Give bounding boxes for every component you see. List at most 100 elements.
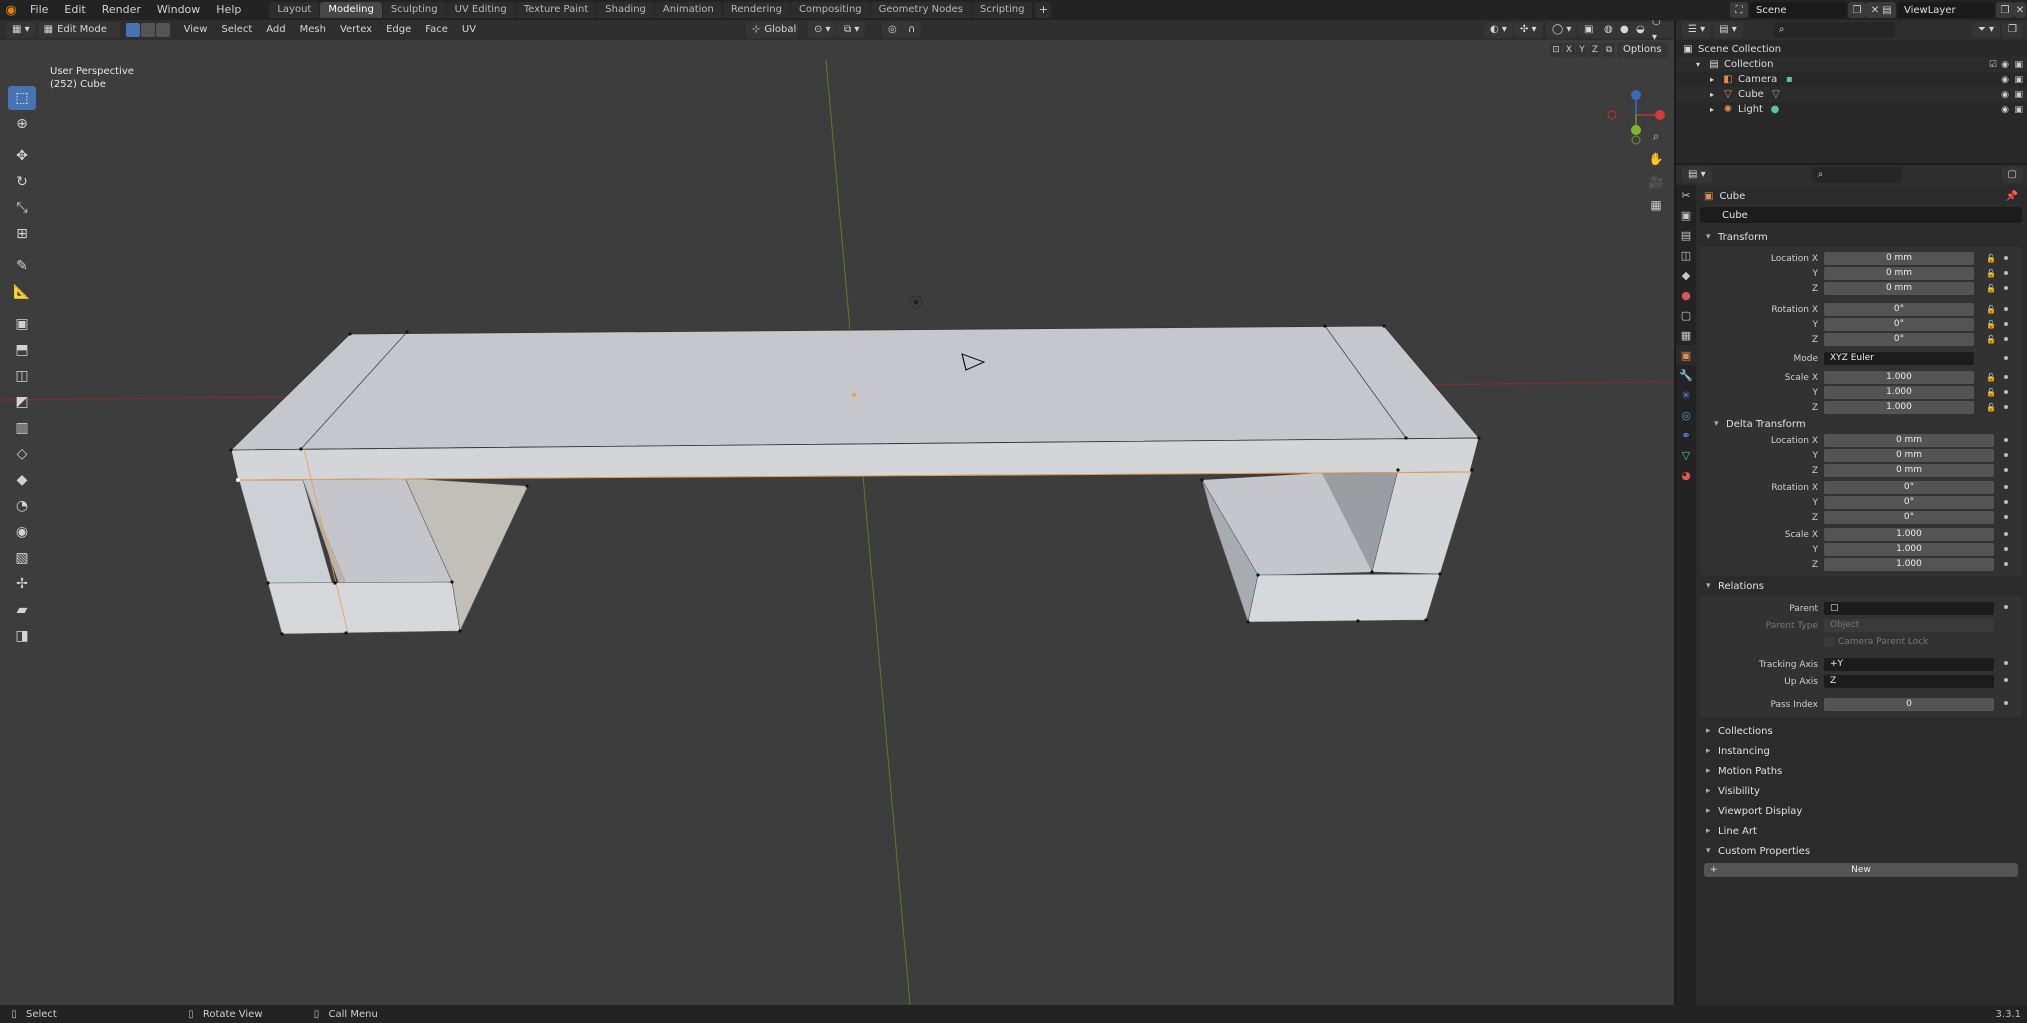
new-collection-icon[interactable]: ❐ <box>2002 22 2023 38</box>
instancing-panel-header[interactable]: ▸ Instancing <box>1700 741 2022 761</box>
pan-hand-icon[interactable]: ✋ <box>1646 149 1666 169</box>
view-layer-icon[interactable]: ▤ <box>1878 2 1896 18</box>
keyframe-dot-icon[interactable] <box>2004 468 2008 472</box>
keyframe-dot-icon[interactable] <box>2004 532 2008 536</box>
delete-view-layer-icon[interactable]: ✕ <box>2014 2 2026 18</box>
camera-render-icon[interactable]: ▣ <box>2014 90 2023 100</box>
pass-index-field[interactable]: 0 <box>1824 698 1994 711</box>
shear-tool-icon[interactable]: ▰ <box>8 598 36 622</box>
eye-icon[interactable]: ◉ <box>2001 90 2009 100</box>
options-icon[interactable]: ▢ <box>2001 167 2023 183</box>
eye-icon[interactable]: ◉ <box>2001 60 2009 70</box>
menu-vertex[interactable]: Vertex <box>333 20 379 40</box>
custom-properties-panel-header[interactable]: ▾ Custom Properties <box>1700 841 2022 861</box>
lock-icon[interactable]: 🔓 <box>1986 335 1996 344</box>
delta-location-z-field[interactable]: 0 mm <box>1824 464 1994 477</box>
delta-scale-x-field[interactable]: 1.000 <box>1824 528 1994 541</box>
filter-icon[interactable]: ⏷ ▾ <box>1971 22 2001 38</box>
render-tab-icon[interactable]: ▣ <box>1676 205 1696 225</box>
eye-icon[interactable]: ◉ <box>2001 105 2009 115</box>
keyframe-dot-icon[interactable] <box>2004 661 2008 665</box>
keyframe-dot-icon[interactable] <box>2004 322 2008 326</box>
pin-icon[interactable]: 📌 <box>2006 191 2018 202</box>
menu-mesh[interactable]: Mesh <box>293 20 333 40</box>
collections-panel-header[interactable]: ▸ Collections <box>1700 721 2022 741</box>
annotate-tool-icon[interactable]: ✎ <box>8 254 36 278</box>
display-mode-icon[interactable]: ▤ ▾ <box>1713 22 1743 38</box>
mirror-x-toggle[interactable]: X <box>1563 43 1575 57</box>
mirror-z-toggle[interactable]: Z <box>1589 43 1601 57</box>
extrude-tool-icon[interactable]: ⬒ <box>8 338 36 362</box>
add-workspace-button[interactable]: + <box>1035 2 1052 18</box>
keyframe-dot-icon[interactable] <box>2004 438 2008 442</box>
camera-render-icon[interactable]: ▣ <box>2014 75 2023 85</box>
outliner-item-light[interactable]: ▸ ✺ Light ● ◉ ▣ <box>1676 102 2027 117</box>
material-tab-icon[interactable]: ◕ <box>1676 465 1696 485</box>
options-dropdown[interactable]: Options <box>1617 42 1668 58</box>
menu-view[interactable]: View <box>177 20 215 40</box>
delta-rotation-y-field[interactable]: 0° <box>1824 496 1994 509</box>
select-box-tool-icon[interactable]: ⬚ <box>8 86 36 110</box>
face-select-icon[interactable] <box>155 23 170 37</box>
keyframe-dot-icon[interactable] <box>2004 307 2008 311</box>
location-z-field[interactable]: 0 mm <box>1824 282 1974 295</box>
menu-window[interactable]: Window <box>149 0 208 20</box>
light-data-icon[interactable]: ● <box>1769 104 1781 116</box>
visibility-panel-header[interactable]: ▸ Visibility <box>1700 781 2022 801</box>
keyframe-dot-icon[interactable] <box>2004 562 2008 566</box>
visibility-icon[interactable]: ◐ ▾ <box>1484 22 1513 38</box>
outliner-search-input[interactable]: ⌕ <box>1772 22 1895 38</box>
up-axis-dropdown[interactable]: Z <box>1824 675 1994 688</box>
view-layer-tab-icon[interactable]: ◫ <box>1676 245 1696 265</box>
auto-merge-icon[interactable]: ⧉ <box>1603 43 1615 57</box>
view-layer-selector[interactable]: ViewLayer <box>1898 2 1994 18</box>
delta-scale-z-field[interactable]: 1.000 <box>1824 558 1994 571</box>
tab-sculpting[interactable]: Sculpting <box>382 2 446 18</box>
delta-transform-header[interactable]: ▾ Delta Transform <box>1700 415 2022 433</box>
expand-arrow-icon[interactable]: ▸ <box>1706 74 1718 86</box>
outliner-editor-icon[interactable]: ☰ ▾ <box>1682 22 1712 38</box>
menu-help[interactable]: Help <box>208 0 249 20</box>
transform-panel-header[interactable]: ▾ Transform <box>1700 227 2022 247</box>
location-y-field[interactable]: 0 mm <box>1824 267 1974 280</box>
rotation-mode-dropdown[interactable]: XYZ Euler <box>1824 352 1974 365</box>
world-tab-icon[interactable]: ● <box>1676 285 1696 305</box>
scale-tool-icon[interactable]: ⤡ <box>8 196 36 220</box>
keyframe-dot-icon[interactable] <box>2004 453 2008 457</box>
lock-icon[interactable]: 🔓 <box>1986 373 1996 382</box>
object-name-field[interactable]: Cube <box>1700 207 2022 223</box>
delta-location-x-field[interactable]: 0 mm <box>1824 434 1994 447</box>
tab-uv-editing[interactable]: UV Editing <box>446 2 515 18</box>
eye-icon[interactable]: ◉ <box>2001 75 2009 85</box>
lock-icon[interactable]: 🔓 <box>1986 305 1996 314</box>
keyframe-dot-icon[interactable] <box>2004 390 2008 394</box>
expand-arrow-icon[interactable]: ▸ <box>1706 89 1718 101</box>
lock-icon[interactable]: 🔓 <box>1986 269 1996 278</box>
modifier-tab-icon[interactable]: 🔧 <box>1676 365 1696 385</box>
tab-modeling[interactable]: Modeling <box>320 2 382 18</box>
transform-tool-icon[interactable]: ⊞ <box>8 222 36 246</box>
blender-logo-icon[interactable]: ◉ <box>0 0 22 20</box>
knife-tool-icon[interactable]: ◇ <box>8 442 36 466</box>
viewport-display-panel-header[interactable]: ▸ Viewport Display <box>1700 801 2022 821</box>
camera-render-icon[interactable]: ▣ <box>2014 60 2023 70</box>
lock-icon[interactable]: 🔓 <box>1986 284 1996 293</box>
pivot-point-icon[interactable]: ⊙ ▾ <box>808 22 837 38</box>
rotate-tool-icon[interactable]: ↻ <box>8 170 36 194</box>
keyframe-dot-icon[interactable] <box>2004 405 2008 409</box>
scale-z-field[interactable]: 1.000 <box>1824 401 1974 414</box>
vertex-select-icon[interactable] <box>125 23 140 37</box>
properties-search-input[interactable]: ⌕ <box>1811 167 1902 183</box>
lock-icon[interactable]: 🔓 <box>1986 320 1996 329</box>
keyframe-dot-icon[interactable] <box>2004 256 2008 260</box>
particles-tab-icon[interactable]: ✳ <box>1676 385 1696 405</box>
keyframe-dot-icon[interactable] <box>2004 678 2008 682</box>
menu-select[interactable]: Select <box>214 20 259 40</box>
outliner-item-cube[interactable]: ▸ ▽ Cube ▽ ◉ ▣ <box>1676 87 2027 102</box>
menu-face[interactable]: Face <box>418 20 455 40</box>
viewport-canvas[interactable] <box>0 40 1674 1005</box>
tab-scripting[interactable]: Scripting <box>972 2 1033 18</box>
texture-tab-icon[interactable]: ▦ <box>1676 325 1696 345</box>
delta-location-y-field[interactable]: 0 mm <box>1824 449 1994 462</box>
mirror-y-toggle[interactable]: Y <box>1576 43 1588 57</box>
